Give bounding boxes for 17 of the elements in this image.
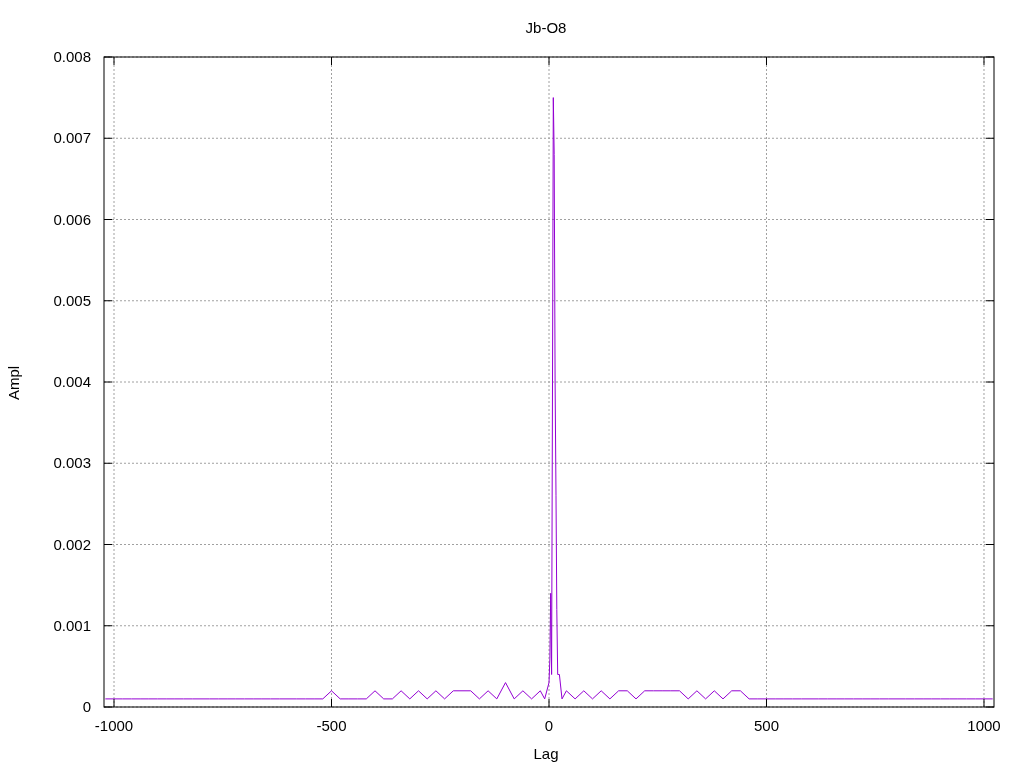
tick-label: 0.007: [53, 129, 91, 147]
tick-label: 0.006: [53, 210, 91, 228]
tick-label: 0.005: [53, 291, 91, 309]
tick-label: -500: [316, 717, 347, 734]
tick-label: 0.008: [53, 48, 91, 65]
tick-label: 0: [82, 698, 91, 715]
tick-label: 500: [754, 717, 779, 734]
tick-label: 0.002: [53, 535, 91, 553]
tick-label: 0.003: [53, 454, 91, 472]
chart-title: Jb-O8: [525, 19, 567, 36]
axis-label: Lag: [533, 745, 559, 762]
tick-label: 0.004: [53, 373, 91, 390]
tick-label: 0: [544, 717, 554, 734]
tick-label: 1000: [967, 717, 1001, 734]
axis-label: Ampl: [5, 365, 22, 401]
tick-label: -1000: [94, 717, 134, 734]
tick-label: 0.001: [53, 616, 91, 634]
